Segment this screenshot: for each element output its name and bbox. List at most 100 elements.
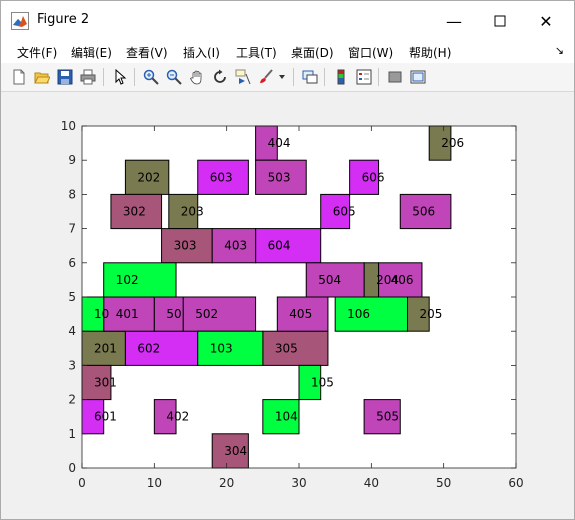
x-tick-label: 40 [364, 476, 379, 490]
block-label-301: 301 [94, 376, 117, 390]
colorbar-icon [337, 69, 345, 85]
colorbar-button[interactable] [331, 67, 351, 87]
block-label-503: 503 [268, 170, 291, 184]
menu-help[interactable]: 帮助(H) [409, 44, 451, 61]
block-label-401: 401 [116, 307, 139, 321]
new-figure-button[interactable] [9, 67, 29, 87]
y-tick-label: 10 [61, 119, 76, 133]
close-button[interactable]: ✕ [523, 1, 569, 41]
x-tick-label: 50 [436, 476, 451, 490]
new-figure-icon [13, 69, 25, 85]
y-tick-label: 3 [68, 358, 76, 372]
block-label-406: 406 [391, 273, 414, 287]
brush-button[interactable] [256, 67, 276, 87]
block-label-203: 203 [181, 205, 204, 219]
open-file-button[interactable] [32, 67, 52, 87]
zoom-in-button[interactable] [141, 67, 161, 87]
x-tick-label: 10 [147, 476, 162, 490]
block-label-305: 305 [275, 341, 298, 355]
menubar-overflow-icon[interactable]: ↘ [555, 44, 564, 57]
block-label-202: 202 [137, 170, 160, 184]
show-plot-tools-button[interactable] [408, 67, 428, 87]
toolbar-separator [134, 68, 135, 86]
menu-insert[interactable]: 插入(I) [183, 44, 220, 61]
print-icon [80, 69, 96, 85]
menu-desktop[interactable]: 桌面(D) [291, 44, 334, 61]
block-label-205: 205 [420, 307, 443, 321]
menu-file[interactable]: 文件(F) [17, 44, 57, 61]
hide-plot-tools-button[interactable] [385, 67, 405, 87]
y-tick-label: 0 [68, 461, 76, 475]
open-file-icon [34, 72, 50, 84]
data-cursor-button[interactable] [233, 67, 253, 87]
block-label-206: 206 [441, 136, 464, 150]
block-label-103: 103 [210, 341, 233, 355]
rotate-3d-button[interactable] [210, 67, 230, 87]
window-title: Figure 2 [37, 12, 90, 27]
block-label-10: 10 [94, 307, 109, 321]
close-icon: ✕ [539, 11, 553, 31]
link-plot-icon [302, 70, 318, 84]
block-label-104: 104 [275, 410, 298, 424]
block-label-605: 605 [333, 205, 356, 219]
y-tick-label: 6 [68, 256, 76, 270]
block-label-405: 405 [289, 307, 312, 321]
zoom-out-button[interactable] [164, 67, 184, 87]
block-label-402: 402 [166, 410, 189, 424]
brush-dropdown-button[interactable] [276, 67, 288, 87]
block-label-201: 201 [94, 341, 117, 355]
brush-dropdown-icon [279, 75, 285, 79]
figure-toolbar [1, 63, 574, 92]
x-tick-label: 0 [78, 476, 86, 490]
block-label-302: 302 [123, 205, 146, 219]
y-tick-label: 8 [68, 187, 76, 201]
minimize-button[interactable]: — [431, 1, 477, 41]
block-label-303: 303 [174, 239, 197, 253]
block-label-504: 504 [318, 273, 341, 287]
rectangle-plot[interactable]: 2012022032042052063013023033043056016026… [9, 92, 566, 512]
y-tick-label: 5 [68, 290, 76, 304]
menu-bar: 文件(F) 编辑(E) 查看(V) 插入(I) 工具(T) 桌面(D) 窗口(W… [1, 41, 574, 63]
block-rect-102 [103, 262, 177, 298]
x-tick-label: 60 [508, 476, 523, 490]
block-label-404: 404 [268, 136, 291, 150]
x-tick-label: 30 [291, 476, 306, 490]
y-tick-label: 9 [68, 153, 76, 167]
brush-icon [260, 69, 273, 83]
pointer-button[interactable] [110, 67, 130, 87]
block-label-304: 304 [224, 444, 247, 458]
menu-window[interactable]: 窗口(W) [348, 44, 393, 61]
print-button[interactable] [78, 67, 98, 87]
figure-canvas: 201 202 203 204 205 206 301 302 303 304 305 601 602 6… [9, 92, 566, 512]
block-label-604: 604 [268, 239, 291, 253]
menu-tools[interactable]: 工具(T) [236, 44, 277, 61]
save-button[interactable] [55, 67, 75, 87]
block-label-606: 606 [362, 170, 385, 184]
data-cursor-icon [235, 69, 251, 85]
block-label-403: 403 [224, 239, 247, 253]
title-bar: Figure 2 — ✕ [1, 1, 574, 41]
block-label-603: 603 [210, 170, 233, 184]
block-label-106: 106 [347, 307, 370, 321]
block-label-502: 502 [195, 307, 218, 321]
block-rect-106 [334, 296, 408, 332]
x-tick-label: 20 [219, 476, 234, 490]
block-rect-602 [124, 330, 199, 366]
legend-button[interactable] [354, 67, 374, 87]
matlab-logo-icon [11, 12, 29, 30]
menu-view[interactable]: 查看(V) [126, 44, 168, 61]
menu-edit[interactable]: 编辑(E) [71, 44, 112, 61]
pan-button[interactable] [187, 67, 207, 87]
link-plot-button[interactable] [300, 67, 320, 87]
figure-window: Figure 2 — ✕ 文件(F) 编辑(E) 查看(V) 插入(I) 工具(… [0, 0, 575, 520]
show-plot-tools-icon [410, 70, 426, 84]
toolbar-separator [293, 68, 294, 86]
y-tick-label: 2 [68, 393, 76, 407]
block-label-105: 105 [311, 376, 334, 390]
maximize-button[interactable] [477, 1, 523, 41]
zoom-out-icon [166, 69, 182, 85]
block-label-601: 601 [94, 410, 117, 424]
toolbar-separator [378, 68, 379, 86]
pan-icon [189, 70, 202, 85]
block-rect-502 [182, 296, 257, 332]
